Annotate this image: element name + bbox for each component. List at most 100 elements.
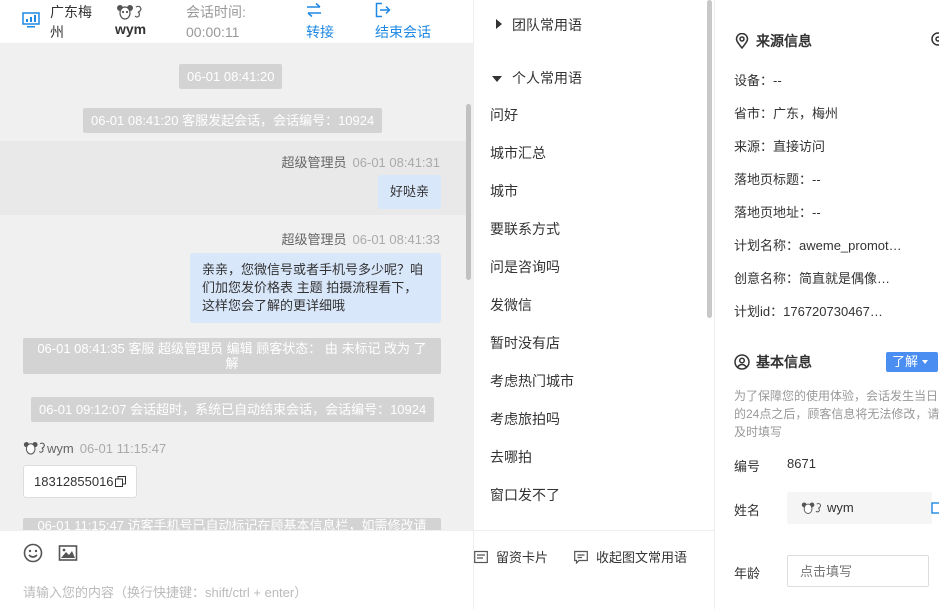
lead-card-label: 留资卡片 (496, 550, 549, 565)
session-time-label: 会话时间: (186, 4, 246, 20)
end-session-label: 结束会话 (375, 24, 431, 40)
info-row-creative-name: 创意名称：简直就是偶像… (734, 268, 914, 287)
agent-message-bubble: 亲亲，您微信号或者手机号多少呢？咱们加您发价格表 主题 拍摄流程看下，这样您会了… (190, 253, 441, 323)
customer-message-bubble: 18312855016 (23, 465, 137, 498)
edit-notice: 为了保障您的使用体验，会话发生当日的24点之后，顾客信息将无法修改，请及时填写 (734, 389, 939, 439)
sender-name: 超级管理员 (281, 155, 347, 170)
info-value: -- (773, 73, 782, 88)
info-row-device: 设备：-- (734, 70, 914, 89)
info-value: aweme_promot… (799, 238, 902, 253)
phrase-item[interactable]: 问好 (490, 105, 518, 125)
customer-name: wym (115, 21, 147, 37)
message-time: 06-01 08:41:31 (352, 155, 440, 170)
customer-avatar (117, 5, 142, 20)
phrase-item[interactable]: 暂时没有店 (490, 333, 560, 353)
message-time: 06-01 08:41:33 (352, 232, 440, 247)
name-label: 姓名 (734, 503, 761, 518)
info-value: -- (812, 172, 821, 187)
group-label: 个人常用语 (512, 70, 582, 86)
customer-status-dropdown[interactable]: 了解 (886, 352, 938, 372)
phrase-item[interactable]: 城市 (490, 181, 518, 201)
exit-icon (375, 2, 391, 18)
image-icon[interactable] (58, 543, 78, 563)
chat-scrollbar[interactable] (466, 104, 471, 280)
phrase-item[interactable]: 城市汇总 (490, 143, 546, 163)
chevron-down-icon (922, 360, 929, 364)
transfer-icon (307, 2, 321, 18)
customer-location: 广东梅州 (50, 4, 92, 40)
info-label: 落地页标题： (734, 172, 813, 187)
copy-icon[interactable] (114, 476, 126, 487)
info-value: 简直就是偶像… (799, 271, 891, 286)
lead-card-button[interactable]: 留资卡片 (474, 547, 548, 566)
chat-message-list[interactable]: 06-01 08:41:20 06-01 08:41:20 客服发起会话，会话编… (0, 44, 473, 530)
group-label: 团队常用语 (512, 17, 582, 33)
emoji-icon[interactable] (23, 543, 43, 563)
phrases-panel: 团队常用语 个人常用语 问好 城市汇总 城市 要联系方式 问是咨询吗 发微信 暂… (473, 0, 715, 609)
info-label: 省市： (734, 106, 774, 121)
session-time-value: 00:00:11 (186, 24, 240, 40)
message-sender: 超级管理员 06-01 08:41:31 (282, 152, 440, 171)
chat-panel: 广东梅州 wym 会话时间: 00:00:11 转接 结束会话 06-01 08… (0, 0, 473, 609)
caret-right-icon (496, 19, 502, 29)
user-circle-icon (734, 354, 750, 370)
phrases-footer: 留资卡片 收起图文常用语 (474, 530, 715, 609)
system-message: 06-01 09:12:07 会话超时，系统已自动结束会话，会话编号：10924 (31, 397, 435, 422)
chat-input-area[interactable]: 请输入您的内容（换行快捷键：shift/ctrl + enter） (0, 530, 473, 609)
id-label: 编号 (734, 459, 761, 474)
phrases-scrollbar[interactable] (707, 0, 712, 318)
age-input[interactable] (787, 555, 929, 587)
info-label: 计划名称： (734, 238, 800, 253)
info-label: 设备： (734, 73, 774, 88)
section-title-text: 来源信息 (756, 33, 812, 49)
system-message: 06-01 08:41:20 客服发起会话，会话编号：10924 (83, 108, 383, 133)
phrase-item[interactable]: 窗口发不了 (490, 485, 560, 505)
system-message: 06-01 08:41:20 (179, 64, 283, 89)
phrase-item[interactable]: 考虑热门城市 (490, 371, 574, 391)
customer-info-panel: 来源信息 设备：-- 省市：广东，梅州 来源：直接访问 落地页标题：-- 落地页… (714, 0, 939, 609)
id-value: 8671 (787, 456, 816, 471)
info-value: -- (812, 205, 821, 220)
customer-avatar (23, 442, 45, 455)
age-label: 年龄 (734, 566, 761, 581)
info-row-source: 来源：直接访问 (734, 136, 914, 155)
name-field[interactable]: wym (787, 492, 932, 524)
caret-down-icon (492, 76, 502, 82)
personal-phrases-group[interactable]: 个人常用语 (492, 68, 582, 88)
status-label: 了解 (892, 354, 919, 369)
phrase-item[interactable]: 考虑旅拍吗 (490, 409, 560, 429)
copy-icon[interactable] (931, 500, 939, 514)
message-sender: wym 06-01 11:15:47 (23, 441, 166, 456)
name-value: wym (827, 500, 854, 515)
transfer-label: 转接 (306, 24, 334, 40)
sender-name: 超级管理员 (281, 232, 347, 247)
sender-name: wym (47, 441, 74, 456)
collapse-phrases-label: 收起图文常用语 (596, 550, 688, 565)
phrase-item[interactable]: 问是咨询吗 (490, 257, 560, 277)
system-message: 06-01 08:41:35 客服 超级管理员 编辑 顾客状态： 由 未标记 改… (23, 338, 441, 374)
info-label: 落地页地址： (734, 205, 813, 220)
section-title-text: 基本信息 (756, 354, 812, 370)
monitor-chart-icon (22, 12, 40, 28)
chat-header: 广东梅州 wym 会话时间: 00:00:11 转接 结束会话 (0, 0, 473, 44)
customer-avatar (801, 502, 822, 514)
info-label: 来源： (734, 139, 774, 154)
settings-icon[interactable] (930, 31, 939, 47)
phrase-item[interactable]: 要联系方式 (490, 219, 560, 239)
system-message: 06-01 11:15:47 访客手机号已自动标记在顾基本信息栏，如需修改请 (23, 518, 441, 530)
phrase-item[interactable]: 发微信 (490, 295, 532, 315)
info-value: 直接访问 (773, 139, 826, 154)
message-icon (574, 550, 588, 565)
phrase-item[interactable]: 去哪拍 (490, 447, 532, 467)
basic-info-title: 基本信息 (734, 352, 812, 372)
message-time: 06-01 11:15:47 (79, 441, 167, 456)
info-label: 计划id： (734, 304, 784, 319)
team-phrases-group[interactable]: 团队常用语 (496, 15, 582, 35)
info-value: 176720730467… (783, 304, 883, 319)
info-row-plan-id: 计划id：176720730467… (734, 301, 914, 320)
collapse-phrases-button[interactable]: 收起图文常用语 (574, 547, 687, 566)
info-row-landing-title: 落地页标题：-- (734, 169, 914, 188)
message-input[interactable]: 请输入您的内容（换行快捷键：shift/ctrl + enter） (23, 582, 307, 601)
info-row-province: 省市：广东，梅州 (734, 103, 914, 122)
message-sender: 超级管理员 06-01 08:41:33 (282, 229, 440, 248)
